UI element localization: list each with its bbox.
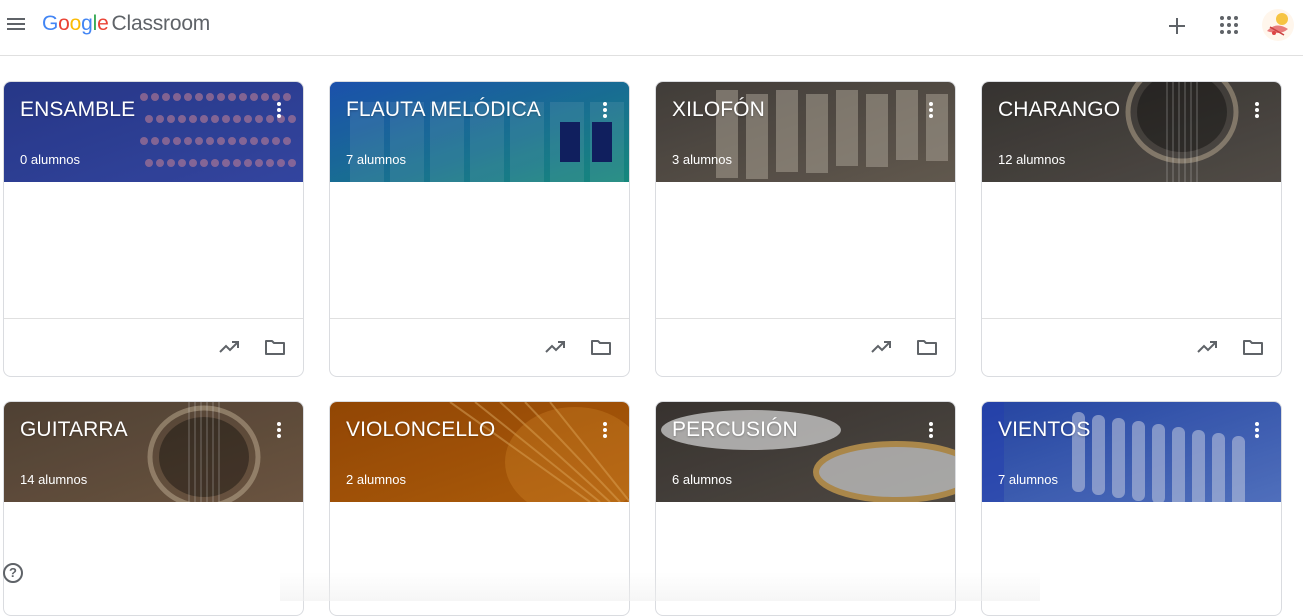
course-card-header[interactable]: ENSAMBLE 0 alumnos xyxy=(4,82,303,182)
course-student-count: 7 alumnos xyxy=(998,472,1058,487)
main-menu-button[interactable] xyxy=(4,12,28,36)
trending-up-icon[interactable] xyxy=(217,335,241,359)
more-options-button[interactable] xyxy=(927,100,935,120)
folder-icon[interactable] xyxy=(263,335,287,359)
folder-icon[interactable] xyxy=(915,335,939,359)
account-avatar[interactable] xyxy=(1262,9,1294,41)
google-wordmark: Google xyxy=(42,12,109,35)
avatar-image xyxy=(1267,13,1288,36)
course-card: CHARANGO 12 alumnos xyxy=(981,81,1282,377)
google-classroom-logo[interactable]: Google Classroom xyxy=(42,12,210,38)
folder-icon[interactable] xyxy=(589,335,613,359)
course-student-count: 7 alumnos xyxy=(346,152,406,167)
course-banner-image xyxy=(4,82,303,182)
hamburger-menu-icon xyxy=(7,18,25,20)
course-card-header[interactable]: VIOLONCELLO 2 alumnos xyxy=(330,402,629,502)
course-title[interactable]: GUITARRA xyxy=(20,418,128,442)
more-vert-icon xyxy=(603,102,607,106)
trending-up-icon[interactable] xyxy=(869,335,893,359)
course-card-header[interactable]: VIENTOS 7 alumnos xyxy=(982,402,1281,502)
course-card-body xyxy=(330,182,629,319)
course-card-header[interactable]: CHARANGO 12 alumnos xyxy=(982,82,1281,182)
course-student-count: 0 alumnos xyxy=(20,152,80,167)
more-options-button[interactable] xyxy=(1253,100,1261,120)
course-card: GUITARRA 14 alumnos xyxy=(3,401,304,616)
more-options-button[interactable] xyxy=(601,100,609,120)
course-card-footer xyxy=(656,319,955,376)
course-title[interactable]: VIENTOS xyxy=(998,418,1091,442)
more-options-button[interactable] xyxy=(927,420,935,440)
course-student-count: 12 alumnos xyxy=(998,152,1066,167)
course-title[interactable]: FLAUTA MELÓDICA xyxy=(346,98,541,122)
course-card-header[interactable]: XILOFÓN 3 alumnos xyxy=(656,82,955,182)
course-card-header[interactable]: FLAUTA MELÓDICA 7 alumnos xyxy=(330,82,629,182)
more-vert-icon xyxy=(929,102,933,106)
more-vert-icon xyxy=(1255,102,1259,106)
course-banner-image xyxy=(982,82,1281,182)
more-vert-icon xyxy=(1255,422,1259,426)
course-card-header[interactable]: GUITARRA 14 alumnos xyxy=(4,402,303,502)
create-or-join-class-button[interactable] xyxy=(1163,12,1191,40)
course-card: PERCUSIÓN 6 alumnos xyxy=(655,401,956,616)
course-card-body xyxy=(982,502,1281,615)
course-student-count: 6 alumnos xyxy=(672,472,732,487)
more-vert-icon xyxy=(603,422,607,426)
course-card-footer xyxy=(982,319,1281,376)
course-card-body xyxy=(656,182,955,319)
course-banner-image xyxy=(330,402,629,502)
more-options-button[interactable] xyxy=(601,420,609,440)
course-title[interactable]: PERCUSIÓN xyxy=(672,418,798,442)
course-student-count: 2 alumnos xyxy=(346,472,406,487)
help-button[interactable]: ? xyxy=(3,563,23,583)
course-banner-image xyxy=(330,82,629,182)
course-title[interactable]: VIOLONCELLO xyxy=(346,418,495,442)
course-card-body xyxy=(982,182,1281,319)
trending-up-icon[interactable] xyxy=(1195,335,1219,359)
course-title[interactable]: CHARANGO xyxy=(998,98,1120,122)
course-card: ENSAMBLE 0 alumnos xyxy=(3,81,304,377)
more-options-button[interactable] xyxy=(1253,420,1261,440)
course-title[interactable]: XILOFÓN xyxy=(672,98,765,122)
top-app-bar: Google Classroom xyxy=(0,0,1303,56)
course-banner-image xyxy=(982,402,1281,502)
more-vert-icon xyxy=(277,422,281,426)
trending-up-icon[interactable] xyxy=(543,335,567,359)
course-student-count: 3 alumnos xyxy=(672,152,732,167)
google-apps-button[interactable] xyxy=(1217,13,1241,37)
course-card-body xyxy=(656,502,955,615)
course-card-header[interactable]: PERCUSIÓN 6 alumnos xyxy=(656,402,955,502)
course-banner-image xyxy=(656,402,955,502)
course-banner-image xyxy=(4,402,303,502)
course-banner-image xyxy=(656,82,955,182)
course-student-count: 14 alumnos xyxy=(20,472,88,487)
course-card-body xyxy=(4,502,303,615)
course-card: VIENTOS 7 alumnos xyxy=(981,401,1282,616)
course-card-body xyxy=(330,502,629,615)
course-card: XILOFÓN 3 alumnos xyxy=(655,81,956,377)
more-options-button[interactable] xyxy=(275,420,283,440)
more-options-button[interactable] xyxy=(275,100,283,120)
course-title[interactable]: ENSAMBLE xyxy=(20,98,135,122)
product-name: Classroom xyxy=(111,12,211,35)
more-vert-icon xyxy=(929,422,933,426)
course-card-footer xyxy=(4,319,303,376)
more-vert-icon xyxy=(277,102,281,106)
course-card-body xyxy=(4,182,303,319)
course-card: VIOLONCELLO 2 alumnos xyxy=(329,401,630,616)
course-card-footer xyxy=(330,319,629,376)
folder-icon[interactable] xyxy=(1241,335,1265,359)
help-circle-icon: ? xyxy=(9,565,17,580)
course-card: FLAUTA MELÓDICA 7 alumnos xyxy=(329,81,630,377)
